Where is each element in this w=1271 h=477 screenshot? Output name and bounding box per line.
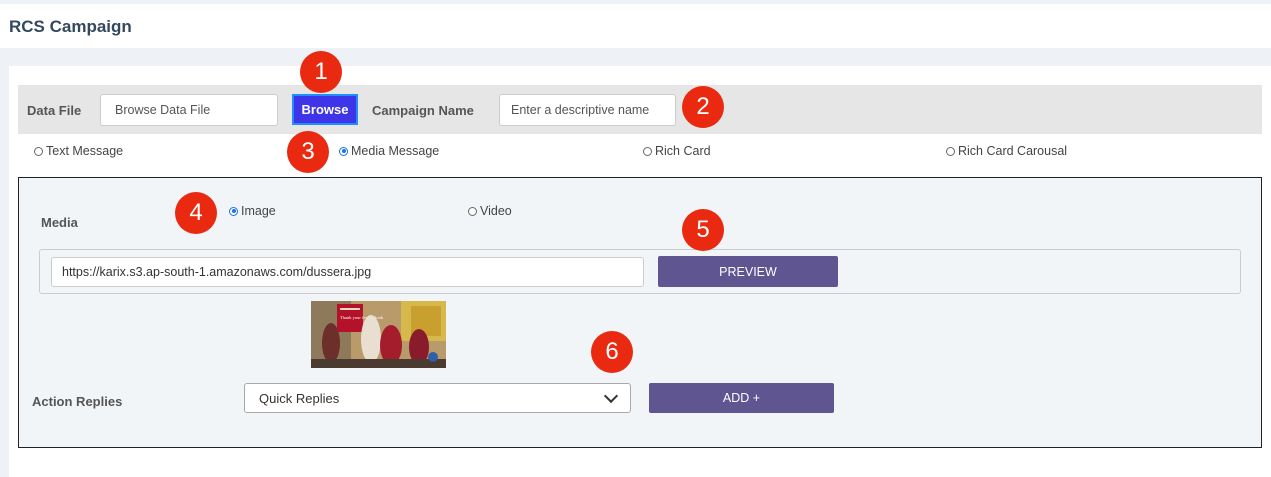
radio-label: Image: [241, 204, 276, 218]
radio-label: Rich Card Carousal: [958, 144, 1068, 158]
preview-button[interactable]: PREVIEW: [658, 256, 838, 287]
radio-rich-card[interactable]: Rich Card: [643, 144, 711, 158]
chevron-down-icon: [603, 388, 619, 404]
left-edge: [0, 66, 9, 477]
radio-label: Media Message: [351, 144, 440, 158]
data-file-label: Data File: [27, 103, 82, 118]
media-label: Media: [41, 215, 78, 230]
select-value: Quick Replies: [259, 390, 340, 406]
radio-media-message[interactable]: Media Message: [339, 144, 439, 158]
page-title: RCS Campaign: [9, 17, 132, 36]
data-file-input[interactable]: Browse Data File: [100, 94, 278, 126]
page-header: RCS Campaign: [0, 4, 1271, 48]
radio-checked-icon: [339, 146, 348, 156]
annotation-badge-6: 6: [591, 331, 633, 373]
annotation-badge-4: 4: [175, 192, 217, 234]
browse-button[interactable]: Browse: [292, 94, 358, 125]
radio-circle-icon: [643, 146, 652, 156]
annotation-badge-1: 1: [300, 51, 342, 93]
radio-video[interactable]: Video: [468, 204, 512, 218]
radio-circle-icon: [34, 146, 43, 156]
media-url-input[interactable]: https://karix.s3.ap-south-1.amazonaws.co…: [51, 257, 644, 287]
radio-circle-icon: [468, 206, 477, 216]
radio-rich-card-carousal[interactable]: Rich Card Carousal: [946, 144, 1067, 158]
media-preview-image: Thank your festive look: [311, 301, 446, 368]
radio-text-message[interactable]: Text Message: [34, 144, 123, 158]
radio-label: Video: [480, 204, 512, 218]
annotation-badge-3: 3: [287, 131, 329, 173]
campaign-name-input[interactable]: Enter a descriptive name: [499, 94, 676, 126]
radio-circle-icon: [946, 146, 955, 156]
thumbnail-caption: Thank your festive look: [340, 315, 384, 320]
annotation-badge-2: 2: [682, 86, 724, 128]
header-gap: [0, 48, 1271, 66]
radio-label: Rich Card: [655, 144, 711, 158]
action-replies-select[interactable]: Quick Replies: [244, 383, 631, 413]
rcs-campaign-page: RCS Campaign Data File Browse Data File …: [0, 0, 1271, 477]
campaign-name-label: Campaign Name: [372, 103, 474, 118]
annotation-badge-5: 5: [682, 209, 724, 251]
radio-checked-icon: [229, 206, 238, 216]
radio-label: Text Message: [46, 144, 124, 158]
action-replies-label: Action Replies: [32, 394, 123, 409]
add-reply-button[interactable]: ADD +: [649, 383, 834, 413]
radio-image[interactable]: Image: [229, 204, 276, 218]
